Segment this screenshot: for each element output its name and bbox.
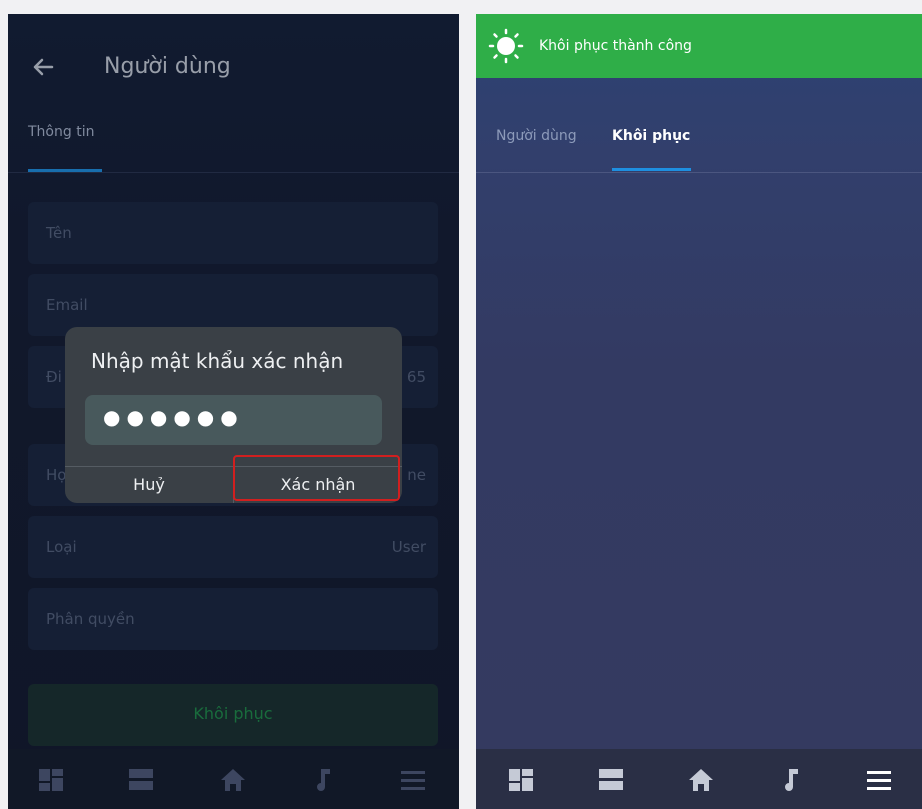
music-icon[interactable] <box>776 765 806 795</box>
menu-icon[interactable] <box>864 765 894 795</box>
cancel-button[interactable]: Huỷ <box>65 467 233 503</box>
password-dialog: Nhập mật khẩu xác nhận ●●●●●● Huỷ Xác nh… <box>65 327 402 503</box>
password-input[interactable]: ●●●●●● <box>85 395 382 445</box>
bottom-nav <box>476 749 922 809</box>
bottom-nav <box>8 749 459 809</box>
toast-message: Khôi phục thành công <box>539 38 692 54</box>
list-icon[interactable] <box>596 765 626 795</box>
home-icon[interactable] <box>686 765 716 795</box>
dialog-title: Nhập mật khẩu xác nhận <box>91 349 344 373</box>
dashboard-icon[interactable] <box>36 765 66 795</box>
home-icon[interactable] <box>218 765 248 795</box>
password-value: ●●●●●● <box>103 405 244 429</box>
tab-restore-underline <box>612 168 691 171</box>
left-screen: Người dùng Thông tin Tên Email Đi 65 Họ … <box>8 14 459 809</box>
tab-user[interactable]: Người dùng <box>496 128 577 144</box>
success-toast: Khôi phục thành công <box>476 14 922 78</box>
right-screen: Khôi phục thành công Người dùng Khôi phụ… <box>476 14 922 809</box>
dashboard-icon[interactable] <box>506 765 536 795</box>
tab-restore[interactable]: Khôi phục <box>612 128 690 144</box>
music-icon[interactable] <box>308 765 338 795</box>
tab-divider <box>476 172 922 173</box>
list-icon[interactable] <box>126 765 156 795</box>
menu-icon[interactable] <box>398 765 428 795</box>
confirm-highlight-box <box>233 455 400 501</box>
sun-icon <box>488 28 524 64</box>
